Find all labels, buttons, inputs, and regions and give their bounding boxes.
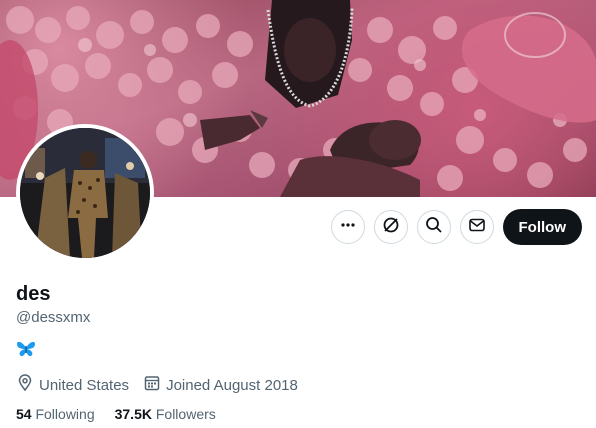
profile-actions: Follow bbox=[330, 209, 582, 245]
following-count: 54 bbox=[16, 406, 32, 422]
following-label: Following bbox=[35, 406, 95, 422]
joined-text: Joined August 2018 bbox=[166, 376, 298, 394]
location-text: United States bbox=[39, 376, 130, 394]
followers-label: Followers bbox=[155, 406, 216, 422]
butterfly-icon bbox=[16, 341, 36, 362]
location-icon bbox=[16, 374, 34, 396]
profile-avatar[interactable] bbox=[16, 124, 154, 262]
profile-stats: 54 Following 37.5K Followers bbox=[16, 406, 216, 422]
profile-meta: United States Joined August 2018 bbox=[16, 374, 298, 396]
search-button[interactable] bbox=[416, 210, 451, 244]
followers-link[interactable]: 37.5K Followers bbox=[115, 406, 216, 422]
profile-bio bbox=[16, 340, 36, 363]
location-item: United States bbox=[16, 374, 129, 396]
more-button[interactable] bbox=[330, 210, 365, 244]
followers-count: 37.5K bbox=[114, 406, 152, 422]
calendar-icon bbox=[143, 374, 161, 396]
message-button[interactable] bbox=[459, 210, 494, 244]
grok-icon bbox=[382, 216, 400, 239]
follow-button[interactable]: Follow bbox=[502, 209, 582, 245]
search-icon bbox=[425, 216, 443, 239]
profile-handle: @dessxmx bbox=[16, 309, 91, 326]
profile-name: des bbox=[16, 283, 51, 305]
more-icon bbox=[339, 216, 357, 239]
grok-button[interactable] bbox=[373, 210, 408, 244]
following-link[interactable]: 54 Following bbox=[16, 406, 95, 422]
message-icon bbox=[468, 216, 486, 239]
avatar-image bbox=[20, 128, 150, 258]
joined-item: Joined August 2018 bbox=[143, 374, 298, 396]
